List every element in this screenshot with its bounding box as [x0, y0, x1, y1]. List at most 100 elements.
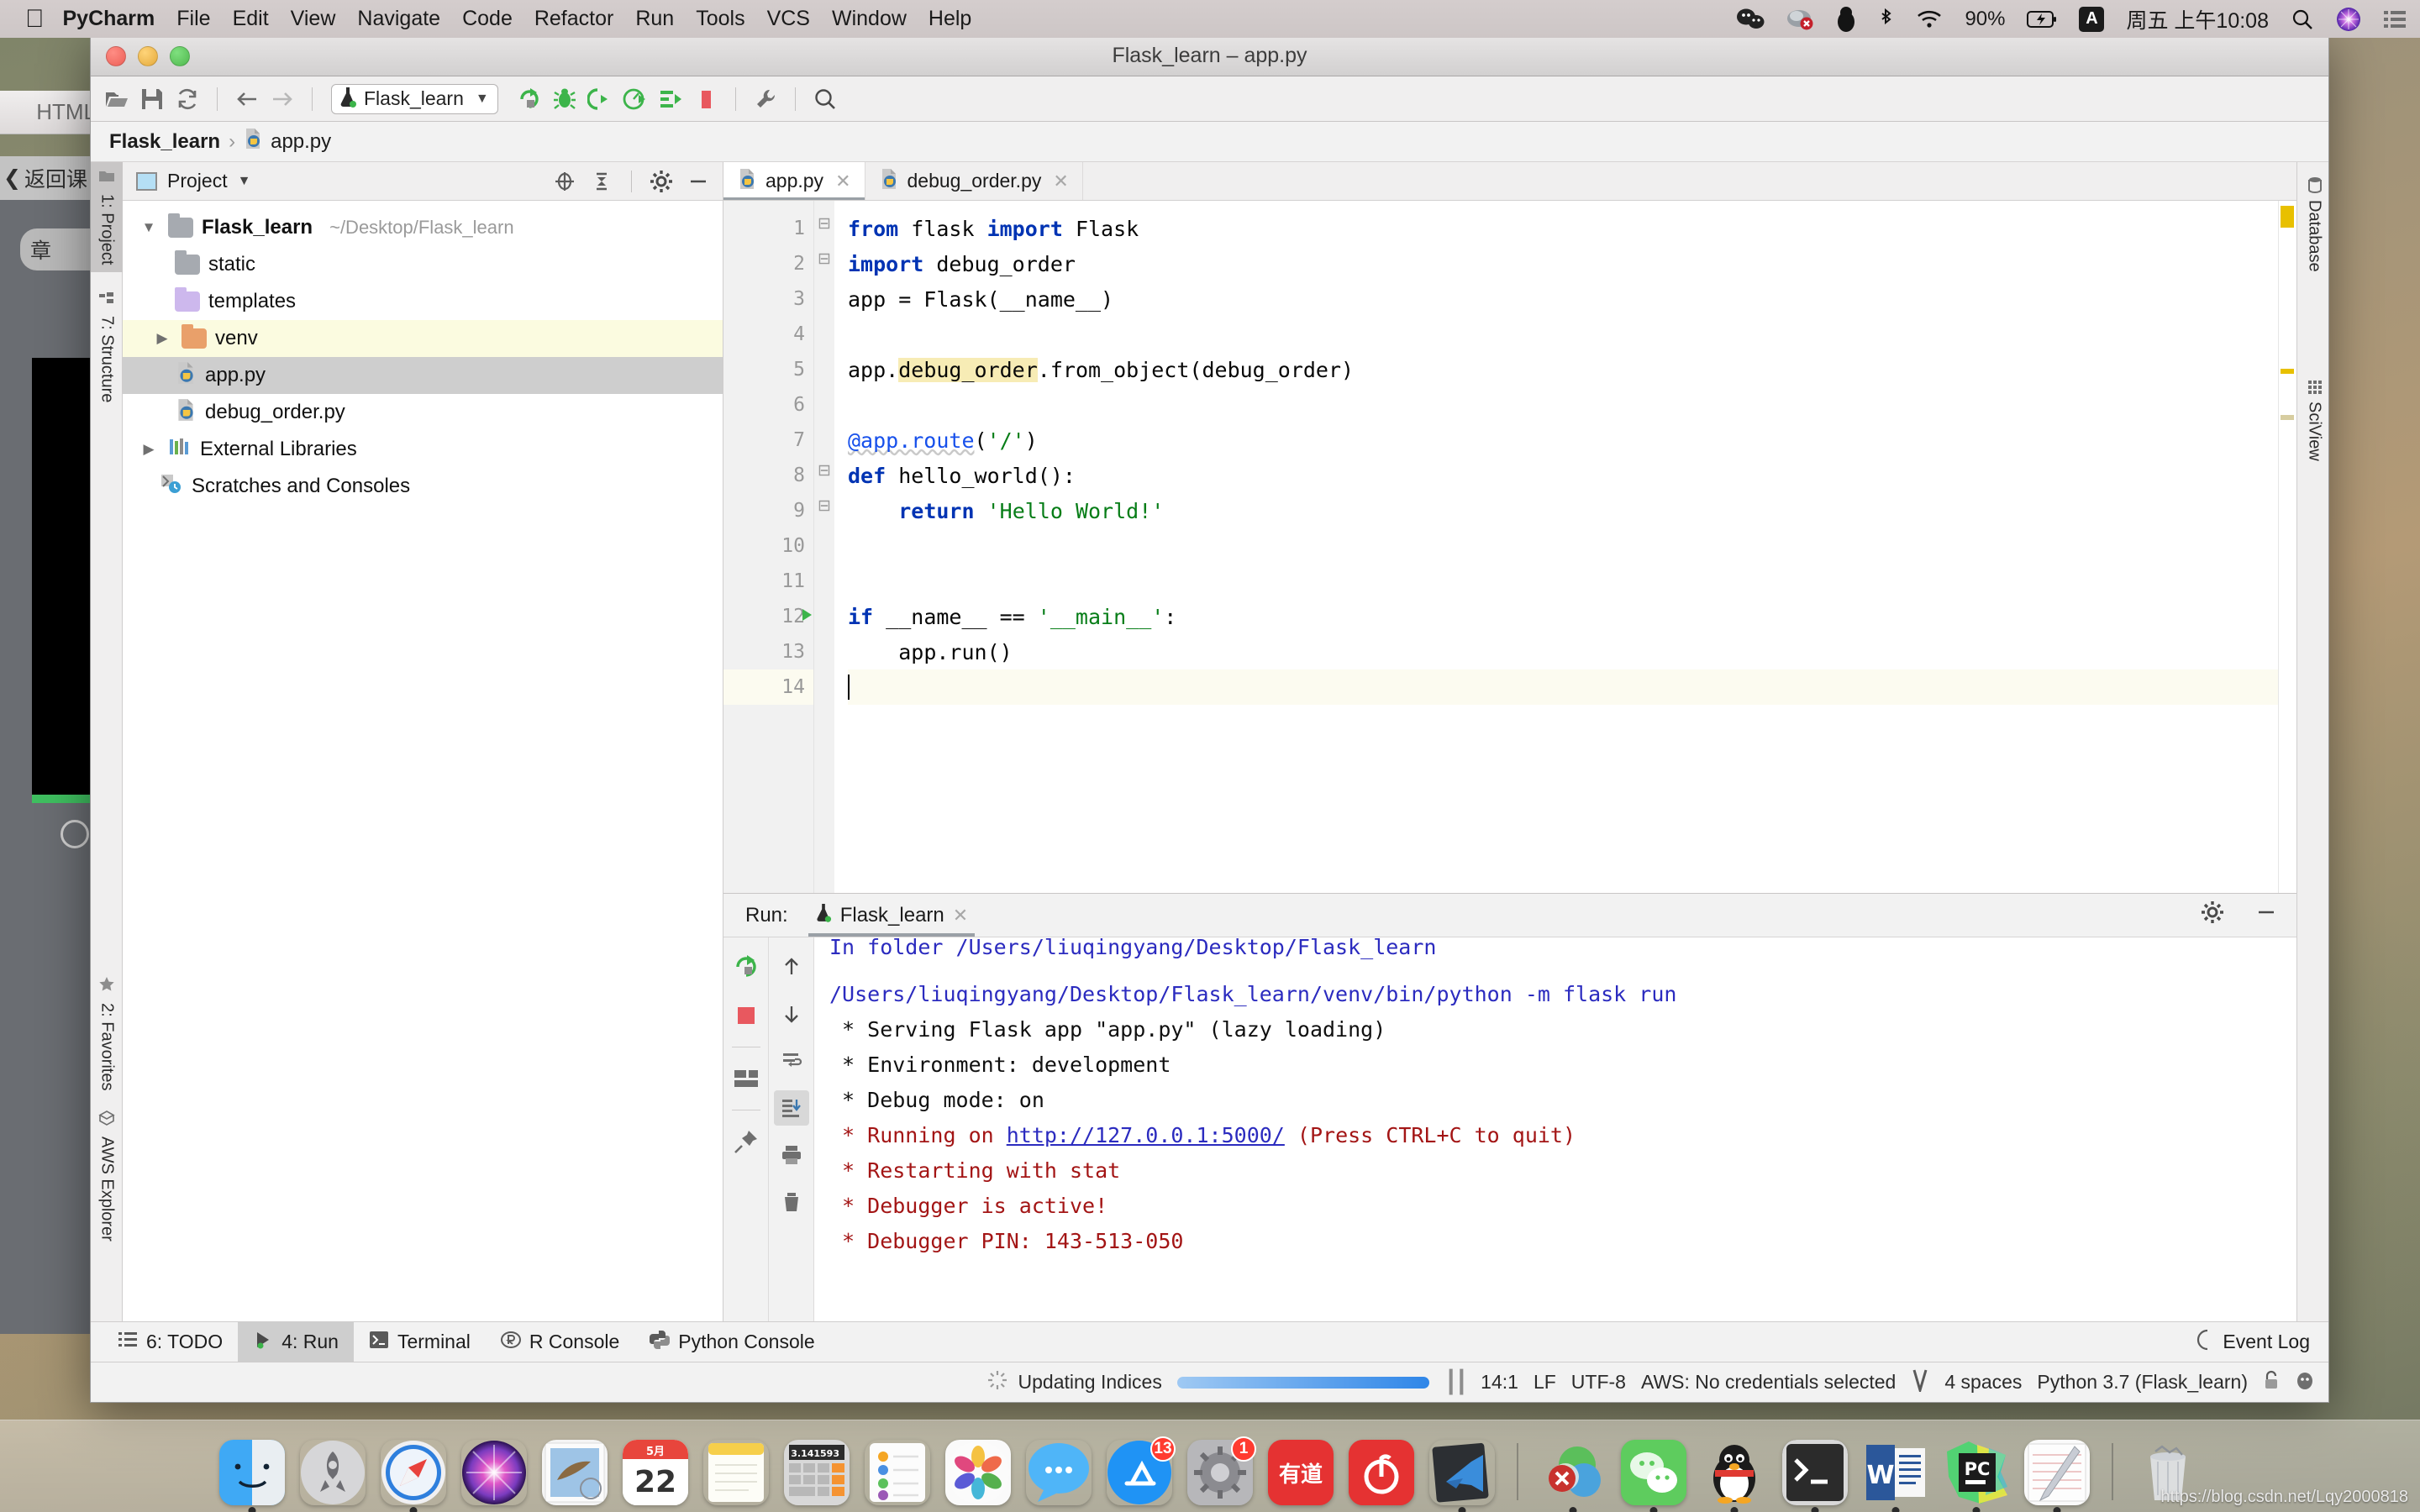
dock-item-photos[interactable]	[945, 1440, 1011, 1505]
tab-app-py[interactable]: app.py ✕	[723, 162, 865, 200]
chevron-expanded-icon[interactable]: ▼	[138, 219, 160, 236]
siri-icon[interactable]	[2336, 7, 2361, 32]
marker-occurrence[interactable]	[2281, 415, 2294, 420]
run-console-toolbar[interactable]	[769, 937, 814, 1321]
rerun-button[interactable]	[729, 949, 764, 984]
run-coverage-icon[interactable]	[584, 83, 616, 115]
left-tool-stripe[interactable]: 1: Project 7: Structure 2: Favorites AWS…	[91, 162, 123, 1321]
file-encoding[interactable]: UTF-8	[1571, 1371, 1626, 1394]
tree-row-venv[interactable]: ▶ venv	[123, 320, 723, 357]
chevron-collapsed-icon[interactable]: ▶	[151, 330, 173, 347]
menubar-clock[interactable]: 周五 上午10:08	[2126, 4, 2269, 34]
menu-tools[interactable]: Tools	[696, 7, 744, 31]
project-panel-header[interactable]: Project ▼	[123, 162, 723, 201]
close-icon[interactable]: ✕	[1053, 171, 1068, 192]
list-icon[interactable]	[2383, 9, 2407, 29]
fold-marker[interactable]: ⊟	[818, 496, 831, 516]
fold-marker[interactable]: ⊟	[818, 214, 831, 234]
open-folder-icon[interactable]	[101, 83, 133, 115]
dock-item-launchpad[interactable]	[300, 1440, 366, 1505]
breadcrumb-file[interactable]: app.py	[271, 130, 331, 154]
vcs-branch-icon[interactable]	[1911, 1368, 1929, 1397]
aws-credentials-status[interactable]: AWS: No credentials selected	[1641, 1371, 1896, 1394]
editor-tabs[interactable]: app.py ✕ debug_order.py ✕	[723, 162, 2296, 201]
run-configuration-selector[interactable]: Flask_learn ▼	[331, 83, 498, 114]
marker-warning[interactable]	[2281, 206, 2294, 228]
editor-gutter[interactable]: 1 2 3 4 5 6 7 8 9 10 11 12 13 14	[723, 201, 814, 893]
python-interpreter[interactable]: Python 3.7 (Flask_learn)	[2037, 1371, 2248, 1394]
status-bar[interactable]: Updating Indices ┃┃ 14:1 LF UTF-8 AWS: N…	[91, 1362, 2328, 1402]
bottom-tool-tabs[interactable]: 6: TODO 4: Run Terminal R Console Python…	[91, 1321, 2328, 1362]
background-window-play-icon[interactable]	[60, 820, 89, 848]
dock-item-vscode[interactable]	[1429, 1440, 1495, 1512]
collapse-all-icon[interactable]	[587, 167, 616, 196]
lock-icon[interactable]	[2263, 1369, 2280, 1396]
dock-item-textedit[interactable]	[2024, 1440, 2090, 1512]
menu-file[interactable]: File	[176, 7, 210, 31]
dock-item-word[interactable]: W	[1863, 1440, 1928, 1512]
search-icon[interactable]	[2291, 8, 2314, 31]
tree-row-static[interactable]: static	[123, 246, 723, 283]
dock-item-qq[interactable]	[1702, 1440, 1767, 1512]
run-tool-window-header[interactable]: Run: Flask_learn ✕	[723, 894, 2296, 937]
dock-item-terminal[interactable]	[1782, 1440, 1848, 1512]
layout-button[interactable]	[729, 1061, 764, 1096]
tab-python-console[interactable]: Python Console	[634, 1322, 829, 1362]
fold-marker[interactable]: ⊟	[818, 249, 831, 269]
sidebar-item-favorites[interactable]: 2: Favorites	[91, 969, 123, 1098]
dock-item-siri[interactable]	[461, 1440, 527, 1505]
debug-bug-icon[interactable]	[549, 83, 581, 115]
background-window-chapter-chip[interactable]: 章	[20, 228, 101, 270]
menu-window[interactable]: Window	[832, 7, 907, 31]
chevron-collapsed-icon[interactable]: ▶	[138, 441, 160, 458]
marker-warning[interactable]	[2281, 369, 2294, 374]
dock-item-calculator[interactable]: 3.141593	[784, 1440, 850, 1505]
tab-terminal[interactable]: Terminal	[354, 1322, 486, 1362]
breadcrumb[interactable]: Flask_learn › app.py	[91, 122, 2328, 162]
tab-run[interactable]: 4: Run	[238, 1322, 354, 1362]
onedrive-error-icon[interactable]	[1786, 8, 1815, 31]
menu-pycharm[interactable]: PyCharm	[63, 7, 155, 31]
indent-setting[interactable]: 4 spaces	[1944, 1371, 2022, 1394]
pycharm-window[interactable]: Flask_learn – app.py Flask_learn ▼ Flask…	[90, 35, 2329, 1403]
menu-code[interactable]: Code	[462, 7, 513, 31]
arrow-left-icon[interactable]	[231, 83, 263, 115]
dock-item-wechat[interactable]	[1621, 1440, 1686, 1512]
tree-row-flask-learn[interactable]: ▼ Flask_learn ~/Desktop/Flask_learn	[123, 209, 723, 246]
window-title-bar[interactable]: Flask_learn – app.py	[91, 36, 2328, 76]
tree-row-external-libraries[interactable]: ▶ External Libraries	[123, 431, 723, 468]
save-icon[interactable]	[136, 83, 168, 115]
print-button[interactable]	[774, 1137, 809, 1173]
input-source-badge[interactable]: A	[2079, 6, 2105, 32]
menu-help[interactable]: Help	[929, 7, 971, 31]
arrow-right-icon[interactable]	[266, 83, 298, 115]
tree-row-debug-order-py[interactable]: debug_order.py	[123, 394, 723, 431]
search-icon[interactable]	[809, 83, 841, 115]
menu-view[interactable]: View	[291, 7, 336, 31]
tree-row-templates[interactable]: templates	[123, 283, 723, 320]
wifi-icon[interactable]	[1916, 9, 1943, 29]
pause-icon[interactable]: ┃┃	[1444, 1369, 1468, 1395]
run-icon[interactable]	[513, 83, 545, 115]
run-left-toolbar[interactable]	[723, 937, 769, 1321]
sidebar-item-project[interactable]: 1: Project	[91, 162, 123, 273]
tab-debug-order-py[interactable]: debug_order.py ✕	[865, 162, 1083, 200]
editor-code-text[interactable]: from flask import Flask import debug_ord…	[834, 201, 2278, 893]
clear-all-button[interactable]	[774, 1184, 809, 1220]
menu-vcs[interactable]: VCS	[767, 7, 810, 31]
dock-item-safari[interactable]	[381, 1440, 446, 1512]
step-icon[interactable]	[655, 83, 687, 115]
editor-marker-rail[interactable]	[2278, 201, 2296, 893]
scroll-up-button[interactable]	[774, 949, 809, 984]
caret-position[interactable]: 14:1	[1481, 1371, 1518, 1394]
background-window-back-button[interactable]: ❮ 返回课	[0, 156, 101, 200]
dock-item-finder[interactable]	[219, 1440, 285, 1512]
close-icon[interactable]: ✕	[953, 905, 968, 927]
run-tool-window[interactable]: Run: Flask_learn ✕ In folder /Users/liuq…	[723, 893, 2296, 1321]
hector-icon[interactable]	[2295, 1369, 2315, 1396]
tree-row-scratches-and-consoles[interactable]: Scratches and Consoles	[123, 468, 723, 505]
sidebar-item-sciview[interactable]: SciView	[2298, 372, 2328, 469]
scroll-to-end-button[interactable]	[773, 1090, 809, 1126]
wrench-icon[interactable]	[750, 83, 781, 115]
run-gutter-icon[interactable]	[798, 606, 815, 627]
